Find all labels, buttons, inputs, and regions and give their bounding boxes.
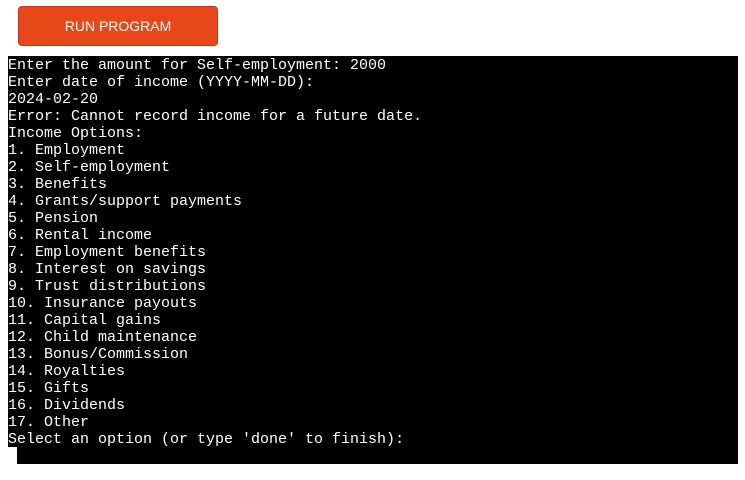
terminal-option-line: 14. Royalties: [8, 363, 126, 380]
run-program-button[interactable]: RUN PROGRAM: [18, 6, 218, 46]
terminal-line: Income Options:: [8, 125, 144, 142]
terminal-option-line: 17. Other: [8, 414, 90, 431]
terminal-prompt-line: Select an option (or type 'done' to fini…: [8, 431, 405, 448]
terminal-option-line: 16. Dividends: [8, 397, 126, 414]
terminal-line: Enter the amount for Self-employment: 20…: [8, 57, 387, 74]
terminal-option-line: 6. Rental income: [8, 227, 153, 244]
terminal-line: Enter date of income (YYYY-MM-DD):: [8, 74, 315, 91]
terminal-option-line: 15. Gifts: [8, 380, 90, 397]
terminal-error-line: Error: Cannot record income for a future…: [8, 108, 423, 125]
terminal-option-line: 10. Insurance payouts: [8, 295, 198, 312]
terminal-option-line: 11. Capital gains: [8, 312, 162, 329]
terminal-output[interactable]: Enter the amount for Self-employment: 20…: [8, 56, 738, 464]
terminal-option-line: 8. Interest on savings: [8, 261, 207, 278]
terminal-option-line: 5. Pension: [8, 210, 99, 227]
terminal-line: 2024-02-20: [8, 91, 99, 108]
terminal-option-line: 13. Bonus/Commission: [8, 346, 189, 363]
terminal-edge-notch: [8, 447, 17, 464]
terminal-option-line: 2. Self-employment: [8, 159, 171, 176]
terminal-option-line: 9. Trust distributions: [8, 278, 207, 295]
terminal-option-line: 1. Employment: [8, 142, 126, 159]
terminal-option-line: 3. Benefits: [8, 176, 108, 193]
terminal-option-line: 4. Grants/support payments: [8, 193, 243, 210]
terminal-option-line: 7. Employment benefits: [8, 244, 207, 261]
terminal-option-line: 12. Child maintenance: [8, 329, 198, 346]
